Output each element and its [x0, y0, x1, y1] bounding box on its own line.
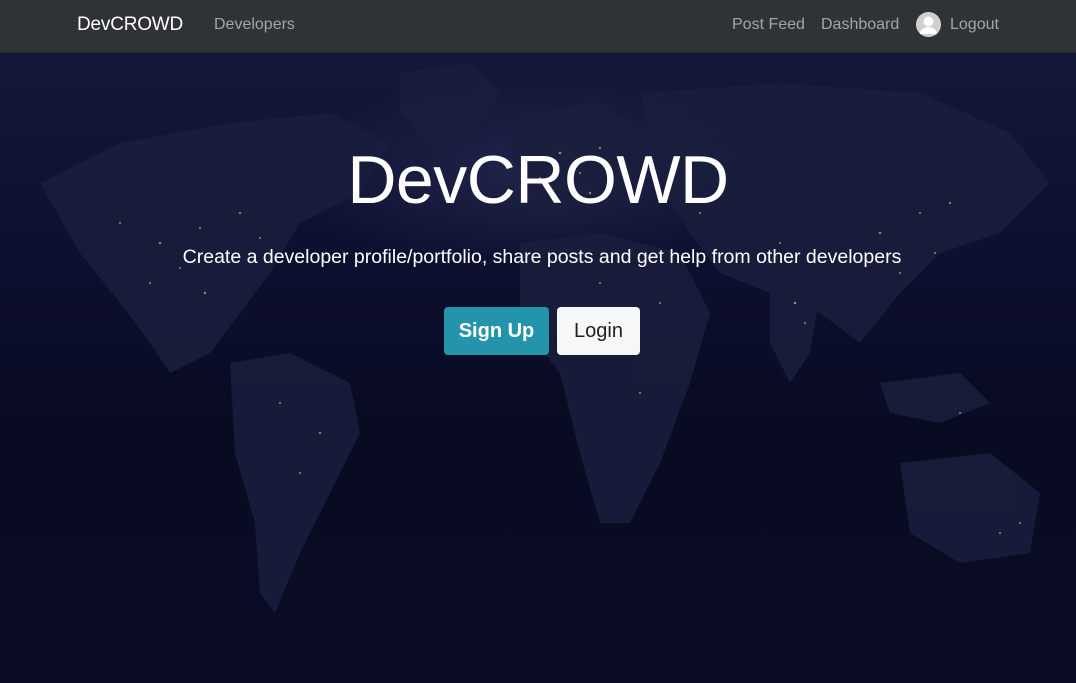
- nav-link-post-feed[interactable]: Post Feed: [732, 16, 805, 34]
- login-button[interactable]: Login: [557, 307, 640, 355]
- brand-logo-link[interactable]: DevCROWD: [77, 14, 183, 36]
- navbar: DevCROWD Developers Post Feed Dashboard …: [0, 0, 1076, 53]
- hero-section: DevCROWD Create a developer profile/port…: [0, 53, 1076, 683]
- hero-lead-text: Create a developer profile/portfolio, sh…: [182, 246, 902, 268]
- nav-link-dashboard[interactable]: Dashboard: [821, 16, 899, 34]
- nav-link-logout[interactable]: Logout: [950, 16, 999, 34]
- signup-button[interactable]: Sign Up: [444, 307, 549, 355]
- hero-title: DevCROWD: [347, 142, 729, 218]
- nav-link-developers[interactable]: Developers: [214, 16, 295, 34]
- user-avatar-icon[interactable]: [916, 12, 941, 37]
